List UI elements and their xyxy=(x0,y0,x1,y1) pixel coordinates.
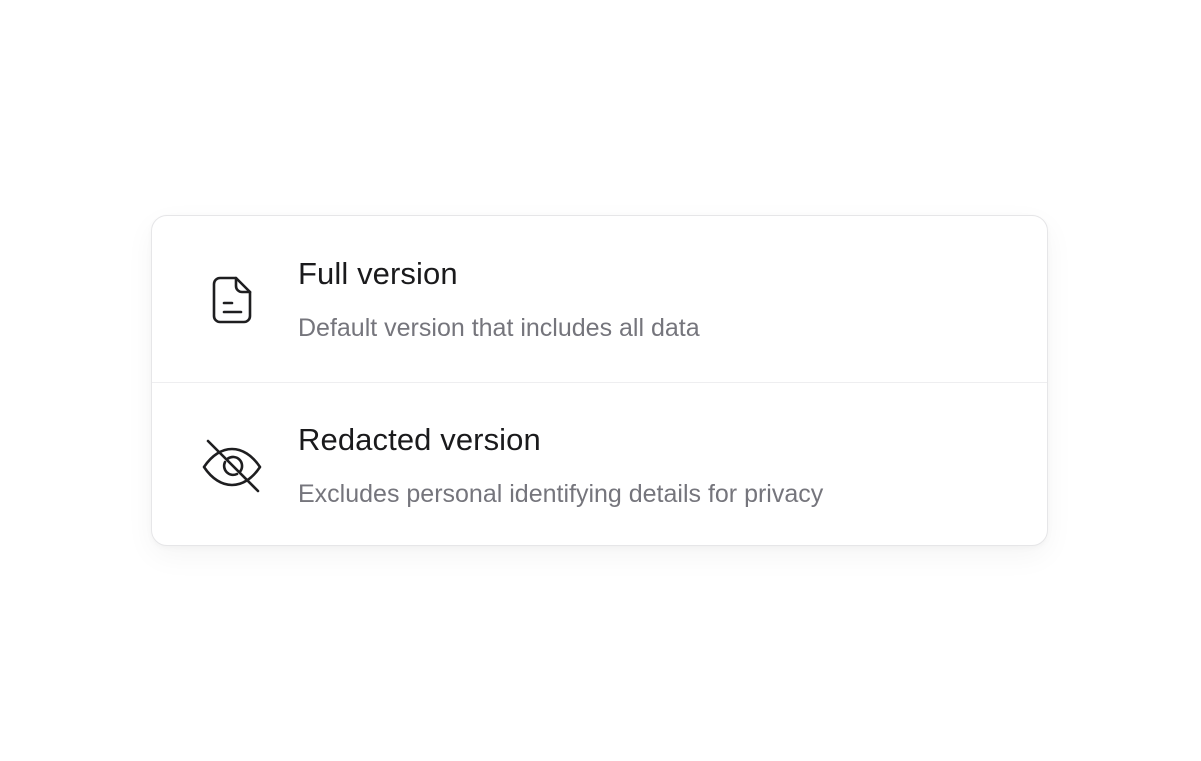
option-full-version[interactable]: Full version Default version that includ… xyxy=(152,216,1047,382)
option-description: Excludes personal identifying details fo… xyxy=(298,480,824,508)
option-redacted-version[interactable]: Redacted version Excludes personal ident… xyxy=(152,382,1047,545)
document-icon xyxy=(200,266,264,330)
option-title: Redacted version xyxy=(298,422,541,457)
eye-off-icon xyxy=(200,435,264,499)
option-description: Default version that includes all data xyxy=(298,314,700,342)
option-title: Full version xyxy=(298,256,458,291)
version-options-card: Full version Default version that includ… xyxy=(151,215,1048,546)
